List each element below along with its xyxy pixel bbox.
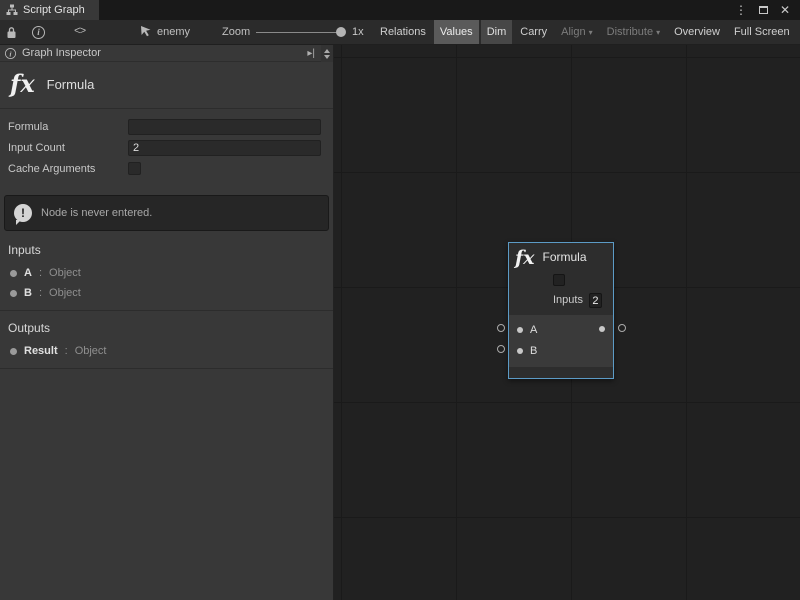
toolbar-buttons: Relations Values Dim Carry Align ▾ Distr…	[374, 20, 800, 44]
formula-node[interactable]: fx Formula Inputs 2 A B	[508, 242, 614, 379]
formula-field-label: Formula	[8, 121, 128, 133]
zoom-label: Zoom	[222, 20, 250, 44]
scroll-down-icon[interactable]	[324, 55, 330, 59]
port-separator: :	[39, 267, 42, 279]
output-port-result: Result : Object	[0, 341, 333, 361]
target-name: enemy	[157, 26, 190, 38]
formula-fx-icon: fx	[10, 72, 35, 96]
input-count-field-row: Input Count	[0, 137, 333, 158]
formula-fx-icon: fx	[515, 248, 535, 269]
chevron-down-icon: ▾	[589, 28, 593, 37]
formula-node-inputs-row: Inputs 2	[553, 293, 613, 308]
connection-ring-input-a[interactable]	[497, 324, 505, 332]
node-inputs-label: Inputs	[553, 294, 583, 306]
port-name: Result	[24, 345, 58, 357]
graph-inspector-panel: i Graph Inspector ▸| fx Formula Formula …	[0, 45, 334, 600]
cache-arguments-label: Cache Arguments	[8, 163, 128, 175]
warning-box: ! Node is never entered.	[4, 195, 329, 231]
outputs-section-header: Outputs	[0, 311, 333, 341]
relations-button[interactable]: Relations	[374, 20, 432, 44]
tab-label: Script Graph	[23, 4, 85, 16]
graph-inspector-header: i Graph Inspector ▸|	[0, 45, 333, 62]
dim-button[interactable]: Dim	[481, 20, 513, 44]
inspector-fields: Formula Input Count Cache Arguments	[0, 109, 333, 183]
connection-ring-input-b[interactable]	[497, 345, 505, 353]
connection-ring-output[interactable]	[618, 324, 626, 332]
window-menu-icon[interactable]: ⋮	[735, 3, 747, 17]
divider	[0, 368, 333, 369]
formula-node-checkbox[interactable]	[553, 274, 565, 286]
full-screen-button[interactable]: Full Screen	[728, 20, 796, 44]
formula-field-row: Formula	[0, 116, 333, 137]
tab-bar: Script Graph ⋮ ✕	[0, 0, 800, 20]
info-icon: i	[32, 26, 45, 39]
formula-node-ports: A B	[509, 315, 613, 367]
input-port-b: B : Object	[0, 283, 333, 303]
info-toggle-icon[interactable]: i	[32, 20, 45, 44]
formula-node-header[interactable]: fx Formula	[509, 243, 613, 269]
window-maximize-icon[interactable]	[759, 6, 768, 14]
port-dot-icon	[10, 290, 17, 297]
script-graph-icon	[6, 4, 18, 16]
warning-text: Node is never entered.	[41, 207, 152, 219]
port-separator: :	[39, 287, 42, 299]
tab-script-graph[interactable]: Script Graph	[0, 0, 99, 20]
graph-target[interactable]: enemy	[140, 20, 190, 44]
pane-scroller[interactable]	[321, 45, 333, 62]
output-port-dot[interactable]	[599, 326, 605, 332]
cache-arguments-row: Cache Arguments	[0, 158, 333, 179]
distribute-dropdown[interactable]: Distribute ▾	[601, 20, 666, 44]
port-separator: :	[65, 345, 68, 357]
zoom-value: 1x	[352, 20, 364, 44]
formula-input[interactable]	[128, 119, 321, 135]
port-dot-icon	[10, 348, 17, 355]
dock-icon[interactable]: ▸|	[307, 48, 315, 59]
unit-title: Formula	[47, 77, 95, 92]
cache-arguments-checkbox[interactable]	[128, 162, 141, 175]
graph-toolbar: i <> enemy Zoom 1x Relations Values Dim …	[0, 20, 800, 45]
pointer-icon	[140, 25, 152, 40]
node-port-b-label: B	[530, 345, 537, 357]
zoom-slider[interactable]	[256, 20, 344, 44]
node-inputs-value[interactable]: 2	[589, 293, 602, 308]
window-controls: ⋮ ✕	[735, 0, 800, 20]
graph-canvas[interactable]: fx Formula Inputs 2 A B	[334, 45, 800, 600]
distribute-label: Distribute	[607, 26, 653, 38]
overview-button[interactable]: Overview	[668, 20, 726, 44]
formula-node-title: Formula	[543, 250, 587, 269]
port-type: Object	[49, 267, 81, 279]
input-port-a-dot[interactable]	[517, 327, 523, 333]
unit-title-block: fx Formula	[0, 62, 333, 109]
node-port-a-label: A	[530, 324, 537, 336]
chevron-down-icon: ▾	[656, 28, 660, 37]
scroll-up-icon[interactable]	[324, 49, 330, 53]
graph-inspector-title: Graph Inspector	[22, 47, 302, 59]
node-port-row-a: A	[509, 319, 613, 340]
zoom-slider-knob[interactable]	[336, 27, 346, 37]
lock-icon[interactable]	[6, 20, 17, 44]
info-icon: i	[5, 47, 16, 58]
port-type: Object	[75, 345, 107, 357]
input-count-input[interactable]	[128, 140, 321, 156]
input-port-b-dot[interactable]	[517, 348, 523, 354]
inputs-section-header: Inputs	[0, 233, 333, 263]
window-close-icon[interactable]: ✕	[780, 3, 790, 17]
unity-script-graph-window: { "window": { "tab_label": "Script Graph…	[0, 0, 800, 600]
input-port-a: A : Object	[0, 263, 333, 283]
port-type: Object	[49, 287, 81, 299]
values-button[interactable]: Values	[434, 20, 479, 44]
warning-icon: !	[14, 204, 32, 222]
carry-button[interactable]: Carry	[514, 20, 553, 44]
port-dot-icon	[10, 270, 17, 277]
port-name: B	[24, 287, 32, 299]
code-view-icon[interactable]: <>	[74, 20, 85, 44]
input-count-label: Input Count	[8, 142, 128, 154]
align-label: Align	[561, 26, 585, 38]
align-dropdown[interactable]: Align ▾	[555, 20, 598, 44]
zoom-slider-track	[256, 32, 344, 33]
node-port-row-b: B	[509, 340, 613, 361]
port-name: A	[24, 267, 32, 279]
